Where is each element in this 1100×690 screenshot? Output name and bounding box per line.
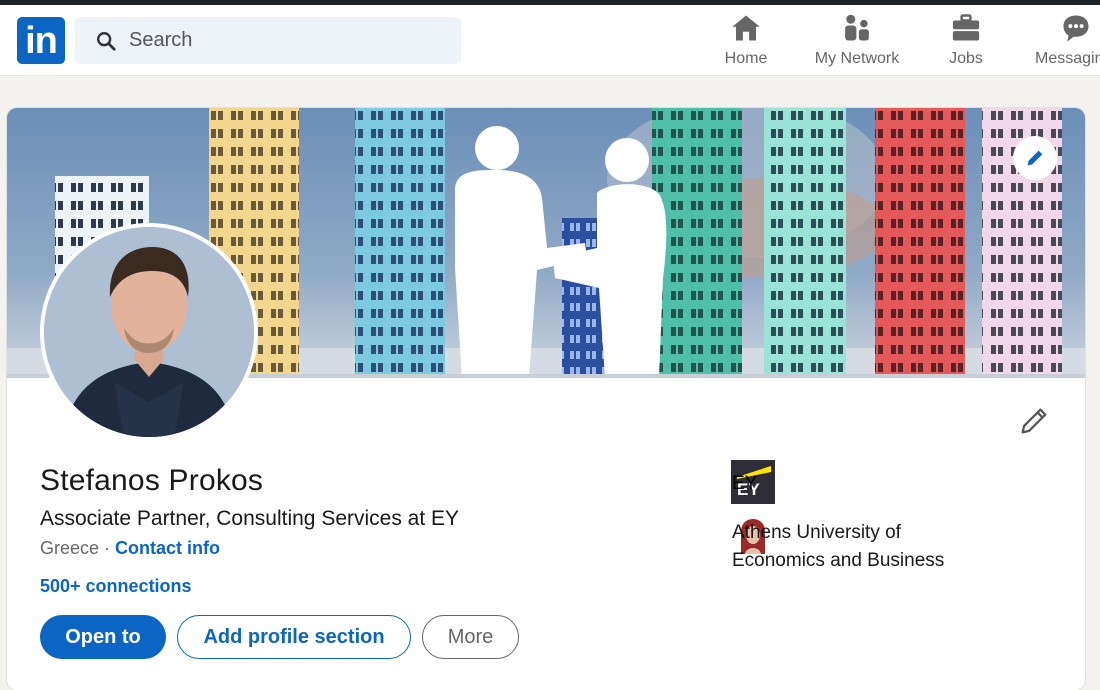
search-icon <box>97 32 116 51</box>
nav-home[interactable]: Home <box>720 13 772 73</box>
open-to-button[interactable]: Open to <box>40 615 166 659</box>
pencil-icon <box>1027 150 1043 166</box>
profile-location-row: Greece · Contact info <box>40 538 220 559</box>
location-separator: · <box>99 538 116 558</box>
profile-avatar[interactable] <box>40 223 258 441</box>
contact-info-link[interactable]: Contact info <box>115 538 220 558</box>
edit-banner-button[interactable] <box>1013 136 1057 180</box>
org-aueb-name[interactable]: Athens University of Economics and Busin… <box>732 519 944 575</box>
linkedin-logo[interactable]: in <box>17 17 65 64</box>
messaging-icon <box>1063 15 1089 42</box>
profile-headline: Associate Partner, Consulting Services a… <box>40 507 460 530</box>
nav-jobs[interactable]: Jobs <box>944 13 988 73</box>
profile-name: Stefanos Prokos <box>40 464 264 497</box>
avatar-photo <box>44 227 254 437</box>
nav-jobs-label: Jobs <box>949 50 983 67</box>
connections-link[interactable]: 500+ connections <box>40 576 192 597</box>
add-profile-section-button[interactable]: Add profile section <box>177 615 411 659</box>
nav-my-network[interactable]: My Network <box>808 13 906 73</box>
profile-card: Stefanos Prokos Associate Partner, Consu… <box>7 108 1085 690</box>
search-bar[interactable] <box>75 17 461 64</box>
more-button[interactable]: More <box>422 615 519 659</box>
network-icon <box>845 14 869 41</box>
org-aueb-line1: Athens University of <box>732 522 901 543</box>
top-navbar: in Home My Network Jobs <box>0 5 1100 76</box>
nav-messaging-label: Messaging <box>1035 50 1100 67</box>
nav-my-network-label: My Network <box>814 50 900 67</box>
org-ey-name[interactable]: EY <box>732 473 757 495</box>
nav-messaging[interactable]: Messaging <box>1035 13 1100 73</box>
home-icon <box>732 15 760 41</box>
edit-intro-button[interactable] <box>1017 404 1053 440</box>
pencil-icon <box>1021 408 1047 434</box>
org-aueb-line2: Economics and Business <box>732 550 945 571</box>
profile-location: Greece <box>40 538 100 558</box>
search-input[interactable] <box>129 17 449 64</box>
nav-home-label: Home <box>724 50 768 67</box>
briefcase-icon <box>952 14 980 41</box>
